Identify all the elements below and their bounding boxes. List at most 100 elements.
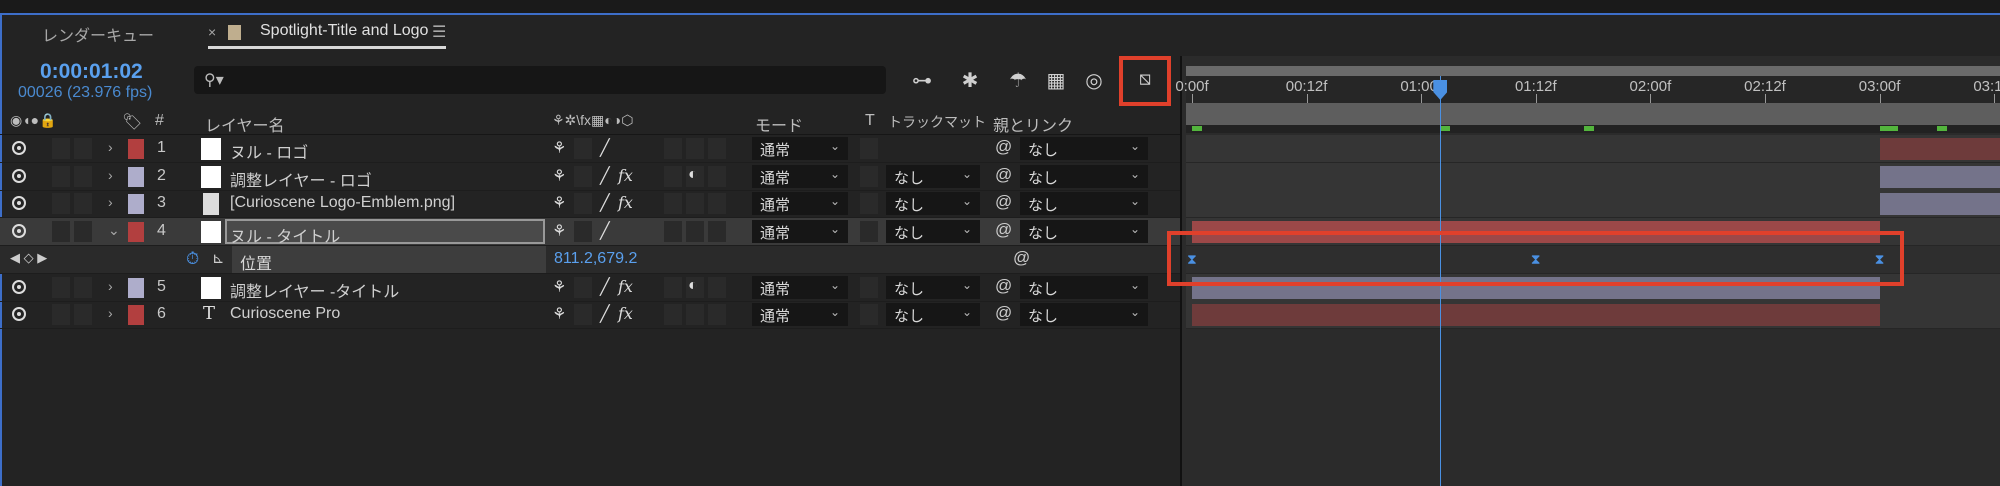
- parent-dropdown[interactable]: なし ⌄: [1020, 303, 1148, 327]
- quality-switch-icon[interactable]: ╱: [600, 304, 610, 324]
- effects-switch-icon[interactable]: fx: [618, 166, 633, 185]
- 3d-switch[interactable]: [708, 165, 726, 187]
- 3d-switch[interactable]: [708, 138, 726, 159]
- layer-name[interactable]: [Curioscene Logo-Emblem.png]: [230, 194, 455, 212]
- draft-3d-icon[interactable]: ⊶: [908, 68, 936, 92]
- shy-switch-icon[interactable]: ⚘: [552, 193, 566, 213]
- layer-row[interactable]: › 3 [Curioscene Logo-Emblem.png] ⚘ ╱ fx …: [0, 190, 1180, 219]
- parent-pickwhip-icon[interactable]: @: [995, 165, 1012, 185]
- panel-menu-icon[interactable]: ☰: [432, 22, 446, 42]
- solo-toggle[interactable]: [52, 221, 70, 243]
- visibility-eye-icon[interactable]: [12, 307, 26, 322]
- mode-dropdown[interactable]: 通常 ⌄: [752, 164, 848, 188]
- collapse-switch[interactable]: [574, 304, 592, 326]
- preserve-transparency-toggle[interactable]: [860, 221, 878, 243]
- property-pickwhip-icon[interactable]: @: [1013, 248, 1030, 268]
- trackmat-dropdown[interactable]: なし ⌄: [886, 220, 980, 244]
- search-input[interactable]: ⚲▾: [194, 66, 886, 94]
- quality-switch-icon[interactable]: ╱: [600, 221, 610, 241]
- label-color-swatch[interactable]: [128, 194, 144, 215]
- visibility-eye-icon[interactable]: [12, 141, 26, 155]
- tab-close-icon[interactable]: ×: [208, 24, 216, 40]
- layer-duration-bar[interactable]: [1879, 138, 2000, 160]
- solo-toggle[interactable]: [52, 193, 70, 215]
- collapse-switch[interactable]: [574, 193, 592, 215]
- mode-dropdown[interactable]: 通常 ⌄: [752, 192, 848, 216]
- tab-composition[interactable]: Spotlight-Title and Logo: [260, 22, 428, 40]
- layer-duration-bar[interactable]: [1192, 304, 1880, 327]
- mode-dropdown[interactable]: 通常 ⌄: [752, 303, 848, 327]
- effects-switch-icon[interactable]: fx: [618, 304, 633, 323]
- chevron-right-icon[interactable]: ›: [108, 194, 113, 210]
- parent-dropdown[interactable]: なし ⌄: [1020, 275, 1148, 299]
- motion-blur-switch[interactable]: [664, 193, 682, 215]
- current-time[interactable]: 0:00:01:02: [40, 60, 143, 84]
- chevron-right-icon[interactable]: ›: [108, 278, 113, 294]
- mode-dropdown[interactable]: 通常 ⌄: [752, 137, 848, 160]
- layer-name-header[interactable]: レイヤー名: [205, 112, 285, 136]
- layer-row[interactable]: › 2 調整レイヤー - ロゴ ⚘ ╱ fx ◐ 通常 ⌄ なし ⌄ @ なし ⌄: [0, 163, 1180, 191]
- collapse-switch[interactable]: [574, 221, 592, 243]
- layer-duration-bar[interactable]: [1879, 193, 2000, 216]
- layer-row[interactable]: › 5 調整レイヤー -タイトル ⚘ ╱ fx ◐ 通常 ⌄ なし ⌄ @ なし ⌄: [0, 274, 1180, 302]
- solo-toggle[interactable]: [52, 138, 70, 159]
- parent-dropdown[interactable]: なし ⌄: [1020, 220, 1148, 244]
- effects-switch-icon[interactable]: fx: [618, 193, 633, 212]
- shy-switch-icon[interactable]: ⚘: [552, 277, 566, 297]
- brainstorm-icon[interactable]: ◎: [1080, 68, 1108, 92]
- visibility-eye-icon[interactable]: [12, 196, 26, 211]
- shy-switch-icon[interactable]: ⚘: [552, 138, 566, 158]
- shy-switch-icon[interactable]: ⚘: [552, 221, 566, 241]
- motion-blur-switch[interactable]: [664, 276, 682, 298]
- collapse-switch[interactable]: [574, 138, 592, 159]
- layer-name[interactable]: ヌル - ロゴ: [230, 139, 308, 163]
- trackmat-dropdown[interactable]: なし ⌄: [886, 275, 980, 299]
- parent-pickwhip-icon[interactable]: @: [995, 192, 1012, 212]
- trackmat-dropdown[interactable]: なし ⌄: [886, 303, 980, 327]
- lock-toggle[interactable]: [74, 276, 92, 298]
- shy-switch-icon[interactable]: ⚘: [552, 304, 566, 324]
- quality-switch-icon[interactable]: ╱: [600, 277, 610, 297]
- visibility-eye-icon[interactable]: [12, 224, 26, 239]
- parent-pickwhip-icon[interactable]: @: [995, 137, 1012, 157]
- solo-toggle[interactable]: [52, 304, 70, 326]
- frame-blend-icon[interactable]: ☂: [1004, 68, 1032, 92]
- quality-switch-icon[interactable]: ╱: [600, 138, 610, 158]
- tab-render-queue[interactable]: レンダーキュー: [42, 22, 154, 46]
- label-color-swatch[interactable]: [128, 222, 144, 243]
- chevron-right-icon[interactable]: ›: [108, 305, 113, 321]
- effects-switch-icon[interactable]: fx: [618, 277, 633, 296]
- solo-toggle[interactable]: [52, 276, 70, 298]
- lock-toggle[interactable]: [74, 165, 92, 187]
- trackmat-dropdown[interactable]: なし ⌄: [886, 164, 980, 188]
- parent-pickwhip-icon[interactable]: @: [995, 303, 1012, 323]
- 3d-switch[interactable]: [708, 276, 726, 298]
- motion-blur-icon[interactable]: ▦: [1042, 68, 1070, 92]
- property-value[interactable]: 811.2,679.2: [554, 250, 637, 268]
- motion-blur-switch[interactable]: [664, 165, 682, 187]
- layer-row[interactable]: › 1 ヌル - ロゴ ⚘ ╱ 通常 ⌄ @ なし ⌄: [0, 135, 1180, 163]
- adjustment-switch[interactable]: [686, 138, 704, 159]
- chevron-right-icon[interactable]: ›: [108, 139, 113, 155]
- layer-name[interactable]: 調整レイヤー - ロゴ: [230, 167, 372, 191]
- adjustment-switch[interactable]: [686, 193, 704, 215]
- lock-toggle[interactable]: [74, 304, 92, 326]
- solo-toggle[interactable]: [52, 165, 70, 187]
- stopwatch-icon[interactable]: ⏱: [186, 249, 199, 269]
- 3d-switch[interactable]: [708, 193, 726, 215]
- shy-icon[interactable]: ✱: [956, 68, 984, 92]
- motion-blur-switch[interactable]: [664, 138, 682, 159]
- time-navigator[interactable]: [1186, 66, 2000, 76]
- visibility-eye-icon[interactable]: [12, 168, 26, 183]
- quality-switch-icon[interactable]: ╱: [600, 166, 610, 186]
- layer-duration-bar[interactable]: [1879, 165, 2000, 188]
- time-ruler[interactable]: 0:00f 00:12f 01:00f 01:12f 02:00f 02:12f 03:00…: [1175, 76, 2000, 103]
- preserve-transparency-toggle[interactable]: [860, 138, 878, 159]
- label-color-swatch[interactable]: [128, 305, 144, 326]
- adjustment-switch[interactable]: [686, 304, 704, 326]
- layer-name[interactable]: ヌル - タイトル: [225, 219, 545, 246]
- mode-dropdown[interactable]: 通常 ⌄: [752, 220, 848, 244]
- work-area-bar[interactable]: [1186, 103, 2000, 125]
- parent-dropdown[interactable]: なし ⌄: [1020, 164, 1148, 188]
- chevron-right-icon[interactable]: ›: [108, 167, 113, 183]
